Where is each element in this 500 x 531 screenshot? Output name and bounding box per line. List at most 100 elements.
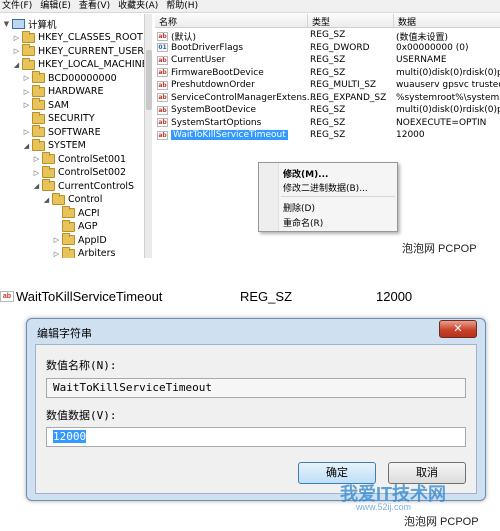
menu-item-rename[interactable]: 重命名(R) [283,216,323,229]
tree-node-label: ControlSet002 [58,167,127,178]
registry-value-row[interactable]: 01 BootDriverFlags REG_DWORD 0x00000000 (0) [155,43,500,55]
value-name: BootDriverFlags [171,42,244,53]
value-type: REG_SZ [310,30,346,40]
value-name-field[interactable]: WaitToKillServiceTimeout [46,378,466,398]
value-name-text: WaitToKillServiceTimeout [53,381,212,394]
menu-item-modify-binary[interactable]: 修改二进制数据(B)... [283,181,368,194]
site-url-watermark: www.52ij.com [356,502,412,512]
value-data: (数值未设置) [396,33,449,43]
collapse-arrow-icon[interactable]: ▼ [2,20,11,28]
string-value-icon: ab [157,68,168,77]
value-name-cell: 01 BootDriverFlags [157,43,243,53]
tree-node-label: ACPI [78,207,100,219]
menu-item-delete[interactable]: 删除(D) [283,201,315,214]
tree-node-label: SECURITY [48,113,95,124]
registry-value-row[interactable]: ab WaitToKillServiceTimeout REG_SZ 12000 [155,130,500,142]
folder-icon [62,206,75,218]
context-menu: 修改(M)... 修改二进制数据(B)... 删除(D) 重命名(R) [258,162,398,232]
menu-file[interactable]: 文件(F) [2,0,32,12]
registry-editor-window: 文件(F) 编辑(E) 查看(V) 收藏夹(A) 帮助(H) ▼ 计算机 ▷ HKEY… [0,0,500,258]
string-value-icon: ab [0,291,14,302]
column-header-type[interactable]: 类型 [312,15,330,28]
expand-arrow-icon[interactable]: ▷ [32,155,41,163]
tree-node-label: Arbiters [78,248,116,258]
registry-value-row[interactable]: ab ServiceControlManagerExtens... REG_EXPA… [155,93,500,105]
column-divider[interactable] [393,14,394,28]
expand-arrow-icon[interactable]: ▷ [12,34,21,42]
menu-help[interactable]: 帮助(H) [166,0,198,12]
column-divider[interactable] [307,14,308,28]
value-type: REG_SZ [310,117,346,128]
tree-node-label: AGP [78,221,98,232]
close-button[interactable]: ✕ [439,320,477,338]
collapse-arrow-icon[interactable]: ◢ [32,182,41,190]
expand-arrow-icon[interactable]: ▷ [22,101,31,109]
cancel-button-label: 取消 [416,466,438,479]
watermark-text: 泡泡网 PCPOP [402,243,477,255]
value-name-cell: ab CurrentUser [157,55,225,65]
tree-scrollbar-thumb[interactable] [146,50,152,110]
value-type: REG_MULTI_SZ [310,80,377,90]
collapse-arrow-icon[interactable]: ◢ [12,61,21,69]
value-type: REG_SZ [310,130,346,140]
registry-value-row[interactable]: ab (默认) REG_SZ (数值未设置) [155,30,500,43]
column-header-data[interactable]: 数据 [398,15,416,28]
watermark-text: 泡泡网 PCPOP [404,516,479,528]
value-data: 12000 [396,130,425,140]
folder-icon [32,125,45,137]
entry-name: WaitToKillServiceTimeout [16,289,163,304]
edit-string-section: ab WaitToKillServiceTimeout REG_SZ 12000… [0,262,500,531]
registry-value-row[interactable]: ab SystemStartOptions REG_SZ NOEXECUTE=OPTI… [155,118,500,130]
collapse-arrow-icon[interactable]: ◢ [22,142,31,150]
tree-node-label: HKEY_LOCAL_MACHINE [38,59,148,70]
expand-arrow-icon[interactable]: ▷ [52,250,61,258]
folder-icon [32,84,45,97]
registry-value-row[interactable]: ab FirmwareBootDevice REG_SZ multi(0)disk(0… [155,68,500,80]
registry-tree-pane: ▼ 计算机 ▷ HKEY_CLASSES_ROOT ▷ HKEY_CURRENT_USER… [0,14,152,258]
value-data-field[interactable]: 12000 [46,427,466,447]
tree-node-label: SYSTEM [48,140,86,151]
value-name: ServiceControlManagerExtens... [171,92,316,103]
string-value-icon: ab [157,93,168,102]
expand-arrow-icon[interactable]: ▷ [52,236,61,244]
tree-node[interactable]: ▷ Arbiters [52,246,116,258]
folder-icon [42,152,55,164]
registry-value-row[interactable]: ab PreshutdownOrder REG_MULTI_SZ wuauserv g… [155,80,500,92]
value-data: %systemroot%\system32\ [396,92,500,103]
expand-arrow-icon[interactable]: ▷ [12,47,21,55]
tree-scrollbar[interactable] [144,14,152,258]
folder-icon [62,246,75,258]
menu-view[interactable]: 查看(V) [79,0,110,12]
expand-arrow-icon[interactable]: ▷ [22,128,31,136]
value-type: REG_SZ [310,105,346,115]
value-type: REG_EXPAND_SZ [310,92,387,103]
expand-arrow-icon[interactable]: ▷ [22,88,31,96]
entry-value: 12000 [376,289,413,304]
registry-value-row[interactable]: ab CurrentUser REG_SZ USERNAME [155,55,500,67]
folder-icon [52,192,65,205]
binary-value-icon: 01 [157,43,168,52]
collapse-arrow-icon[interactable]: ◢ [42,196,51,204]
value-name: SystemStartOptions [171,117,262,128]
column-header-name[interactable]: 名称 [159,15,177,28]
folder-icon [32,71,45,83]
registry-value-row[interactable]: ab SystemBootDevice REG_SZ multi(0)disk(0)r… [155,105,500,117]
value-data-label: 数值数据(V): [46,409,117,422]
tree-node-label: AppID [78,234,107,246]
menu-item-modify[interactable]: 修改(M)... [283,167,328,180]
registry-entry-row[interactable]: ab WaitToKillServiceTimeout REG_SZ 12000 [0,288,500,306]
expand-arrow-icon[interactable]: ▷ [22,74,31,82]
menu-edit[interactable]: 编辑(E) [40,0,71,12]
value-type: REG_SZ [310,67,346,78]
menu-favorites[interactable]: 收藏夹(A) [118,0,158,12]
tree-node-label: SOFTWARE [48,126,101,138]
tree-node-label: HKEY_CLASSES_ROOT [38,32,143,43]
tree-node-label: HKEY_CURRENT_USER [38,45,144,57]
folder-icon [32,138,45,151]
value-name: CurrentUser [171,55,226,65]
close-icon: ✕ [453,322,463,335]
folder-icon [22,30,35,43]
value-name-cell: ab FirmwareBootDevice [157,68,264,78]
expand-arrow-icon[interactable]: ▷ [32,169,41,177]
value-name-cell: ab PreshutdownOrder [157,80,255,90]
